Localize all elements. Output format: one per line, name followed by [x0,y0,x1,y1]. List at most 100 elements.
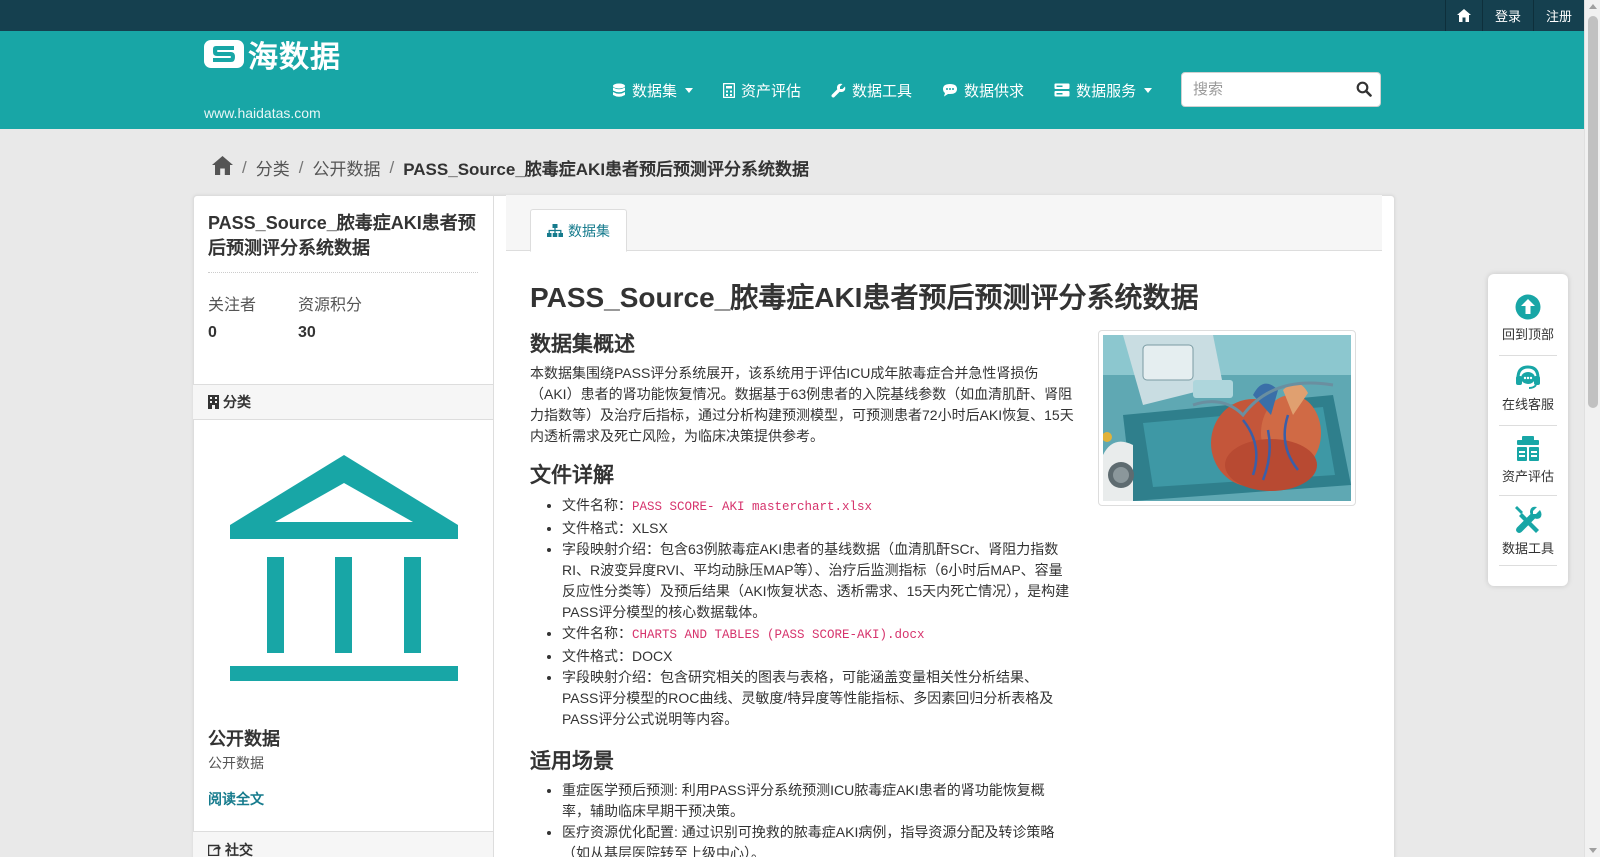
file-format-value: DOCX [632,648,673,664]
building-icon [208,395,219,409]
overview-text: 本数据集围绕PASS评分系统展开，该系统用于评估ICU成年脓毒症合并急性肾损伤（… [530,365,1074,444]
nav-tools-label: 数据工具 [852,82,913,100]
field-label: 字段映射介绍： [562,669,660,685]
wrench-icon [831,83,846,98]
calculator-icon [723,82,736,98]
file-name-label: 文件名称： [562,497,632,513]
server-icon [1054,83,1070,97]
main-nav: 数据集 资产评估 数据工具 数据供求 数据服务 [612,73,1182,107]
org-description: 公开数据 [208,755,264,771]
category-heading-label: 分类 [223,394,251,410]
file-format-label: 文件格式： [562,648,632,664]
list-item: 文件名称：CHARTS AND TABLES (PASS SCORE-AKI).… [562,623,1072,646]
dataset-title: PASS_Source_脓毒症AKI患者预后预测评分系统数据 [208,213,476,258]
breadcrumb-separator: / [298,157,304,177]
search-input[interactable] [1182,73,1342,106]
sidebar: PASS_Source_脓毒症AKI患者预后预测评分系统数据 关注者 0 资源积… [193,195,494,857]
back-to-top-button[interactable]: 回到顶部 [1499,286,1557,356]
chevron-down-icon [1144,87,1153,93]
page-title: PASS_Source_脓毒症AKI患者预后预测评分系统数据 [530,282,1199,313]
breadcrumb-public-data[interactable]: 公开数据 [312,155,380,180]
followers-value: 0 [208,324,217,341]
logo-text: 海数据 [248,41,341,74]
list-item: 字段映射介绍：包含63例脓毒症AKI患者的基线数据（血清肌酐SCr、肾阻力指数R… [562,539,1072,623]
home-link[interactable] [1444,0,1482,31]
breadcrumb-category[interactable]: 分类 [256,155,290,180]
nav-supply-label: 数据供求 [964,82,1025,100]
scenario-heading: 适用场景 [530,750,614,773]
search-icon [1356,81,1372,97]
nav-datasets-label: 数据集 [632,82,678,100]
nav-data-services[interactable]: 数据服务 [1054,80,1153,101]
headset-icon [1516,365,1540,389]
points-stat: 资源积分 30 [298,291,362,342]
asset-assessment-button[interactable]: 资产评估 [1499,426,1557,496]
file-name-value: CHARTS AND TABLES (PASS SCORE-AKI).docx [632,628,925,642]
search-button[interactable] [1356,81,1372,102]
database-icon [613,83,625,97]
org-title: 公开数据 [208,729,280,749]
tab-dataset-label: 数据集 [568,222,610,239]
list-item: 重症医学预后预测: 利用PASS评分系统预测ICU脓毒症AKI患者的肾功能恢复概… [562,780,1072,822]
nav-services-label: 数据服务 [1076,82,1137,100]
read-more-link[interactable]: 阅读全文 [208,789,264,809]
top-links: 登录 注册 [1444,0,1584,31]
file-name-label: 文件名称： [562,625,632,641]
followers-stat: 关注者 0 [208,291,256,342]
points-label: 资源积分 [298,297,363,314]
divider [208,272,478,273]
files-heading: 文件详解 [530,464,614,487]
assessment-icon [1517,436,1539,461]
list-item: 文件格式：XLSX [562,518,1072,539]
chevron-down-icon [685,87,694,93]
nav-data-supply[interactable]: 数据供求 [942,80,1024,101]
breadcrumb-separator: / [242,157,247,177]
arrow-up-circle-icon [1515,294,1541,320]
breadcrumb-home[interactable] [212,155,233,180]
online-service-label: 在线客服 [1501,397,1554,412]
file-name-value: PASS SCORE- AKI masterchart.xlsx [632,500,873,514]
file-format-value: XLSX [632,520,668,536]
tab-dataset[interactable]: 数据集 [530,209,627,252]
bank-icon [230,455,458,681]
floating-toolbar: 回到顶部 在线客服 资产评估 数据工具 [1488,274,1568,586]
breadcrumb: / 分类 / 公开数据 / PASS_Source_脓毒症AKI患者预后预测评分… [212,155,809,180]
breadcrumb-current: PASS_Source_脓毒症AKI患者预后预测评分系统数据 [403,160,810,179]
page-scrollbar[interactable] [1584,0,1600,857]
nav-data-tools[interactable]: 数据工具 [831,80,912,101]
dataset-image [1098,330,1356,506]
nav-datasets[interactable]: 数据集 [612,80,694,101]
top-bar: 登录 注册 [0,0,1584,31]
home-icon [212,155,233,175]
social-heading-label: 社交 [225,841,253,857]
online-service-button[interactable]: 在线客服 [1499,356,1557,426]
breadcrumb-separator: / [389,157,395,177]
list-item: 文件名称：PASS SCORE- AKI masterchart.xlsx [562,495,1072,518]
data-tools-label: 数据工具 [1501,541,1554,556]
field-label: 字段映射介绍： [562,541,660,557]
comment-icon [943,84,958,97]
file-format-label: 文件格式： [562,520,632,536]
scroll-up-arrow-icon[interactable] [1589,4,1597,9]
social-heading: 社交 [193,831,493,857]
logo-url: www.haidatas.com [204,105,321,121]
login-link[interactable]: 登录 [1481,0,1533,31]
list-item: 字段映射介绍：包含研究相关的图表与表格，可能涵盖变量相关性分析结果、PASS评分… [562,667,1072,730]
overview-heading: 数据集概述 [530,333,635,356]
dataset-illustration [1102,335,1351,501]
nav-asset-label: 资产评估 [741,82,802,100]
back-to-top-label: 回到顶部 [1501,327,1554,342]
logo-mark-icon [204,40,244,68]
data-tools-button[interactable]: 数据工具 [1499,496,1557,566]
site-logo[interactable]: 海数据 [204,32,341,76]
list-item: 医疗资源优化配置: 通过识别可挽救的脓毒症AKI病例，指导资源分配及转诊策略（如… [562,822,1072,857]
scenario-list: 重症医学预后预测: 利用PASS评分系统预测ICU脓毒症AKI患者的肾功能恢复概… [562,780,1072,857]
category-heading: 分类 [193,384,493,420]
tab-bar: 数据集 [506,195,1382,252]
register-link[interactable]: 注册 [1532,0,1584,31]
scrollbar-thumb[interactable] [1588,16,1598,408]
points-value: 30 [298,324,316,341]
scroll-down-arrow-icon[interactable] [1589,848,1597,853]
nav-asset-assessment[interactable]: 资产评估 [723,80,801,101]
list-item: 文件格式：DOCX [562,646,1072,667]
